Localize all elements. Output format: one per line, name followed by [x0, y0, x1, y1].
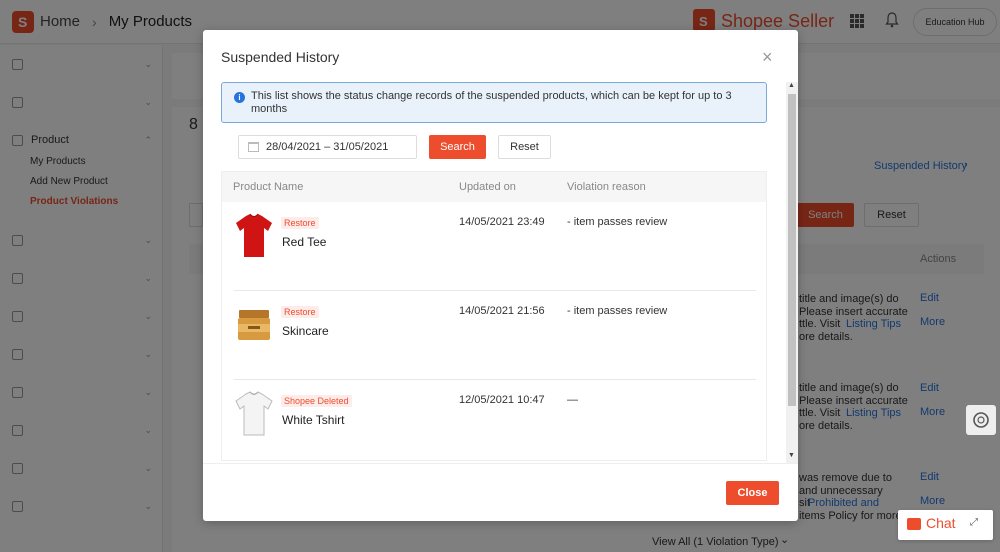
scroll-up-icon[interactable]: ▲ [788, 82, 795, 89]
modal-title: Suspended History [221, 49, 340, 65]
reset-button[interactable]: Reset [498, 135, 551, 159]
violation-reason: - item passes review [567, 216, 668, 228]
chat-icon [907, 518, 921, 530]
gold-jar-icon [238, 310, 270, 340]
info-icon: i [234, 92, 245, 103]
chat-widget[interactable]: Chat ⤢ [898, 510, 993, 540]
updated-on: 12/05/2021 10:47 [459, 394, 545, 406]
table-header: Product Name Updated on Violation reason [222, 172, 766, 202]
history-table: Product Name Updated on Violation reason… [221, 171, 767, 461]
col-updated-on: Updated on [459, 181, 516, 193]
red-tshirt-icon [236, 213, 272, 257]
status-badge: Restore [281, 217, 319, 229]
table-row: Restore Red Tee 14/05/2021 23:49 - item … [222, 202, 756, 291]
table-row: Shopee Deleted White Tshirt 12/05/2021 1… [222, 380, 756, 460]
product-name: White Tshirt [282, 413, 345, 427]
close-button[interactable]: Close [726, 481, 779, 505]
info-text: This list shows the status change record… [251, 90, 732, 115]
status-badge: Shopee Deleted [281, 395, 352, 407]
chat-label: Chat [926, 515, 956, 531]
updated-on: 14/05/2021 23:49 [459, 216, 545, 228]
date-range-value: 28/04/2021 – 31/05/2021 [266, 141, 389, 153]
info-banner: i This list shows the status change reco… [221, 82, 767, 123]
violation-reason: - item passes review [567, 305, 668, 317]
expand-icon[interactable]: ⤢ [970, 517, 978, 528]
table-row: Restore Skincare 14/05/2021 21:56 - item… [222, 291, 756, 380]
col-product-name: Product Name [233, 181, 304, 193]
scroll-down-icon[interactable]: ▼ [788, 452, 795, 459]
help-icon[interactable] [966, 405, 996, 435]
footer-divider [203, 463, 798, 464]
product-name: Red Tee [282, 235, 327, 249]
date-range-picker[interactable]: 28/04/2021 – 31/05/2021 [238, 135, 417, 159]
modal-scrollbar[interactable]: ▲ ▼ [786, 82, 798, 463]
status-badge: Restore [281, 306, 319, 318]
suspended-history-modal: Suspended History × i This list shows th… [203, 30, 798, 521]
calendar-icon [248, 142, 259, 152]
updated-on: 14/05/2021 21:56 [459, 305, 545, 317]
white-tshirt-icon [235, 391, 273, 436]
col-violation-reason: Violation reason [567, 181, 646, 193]
search-button[interactable]: Search [429, 135, 486, 159]
product-name: Skincare [282, 324, 329, 338]
scrollbar-thumb[interactable] [788, 94, 796, 406]
violation-reason: — [567, 394, 578, 406]
close-icon[interactable]: × [762, 48, 773, 66]
